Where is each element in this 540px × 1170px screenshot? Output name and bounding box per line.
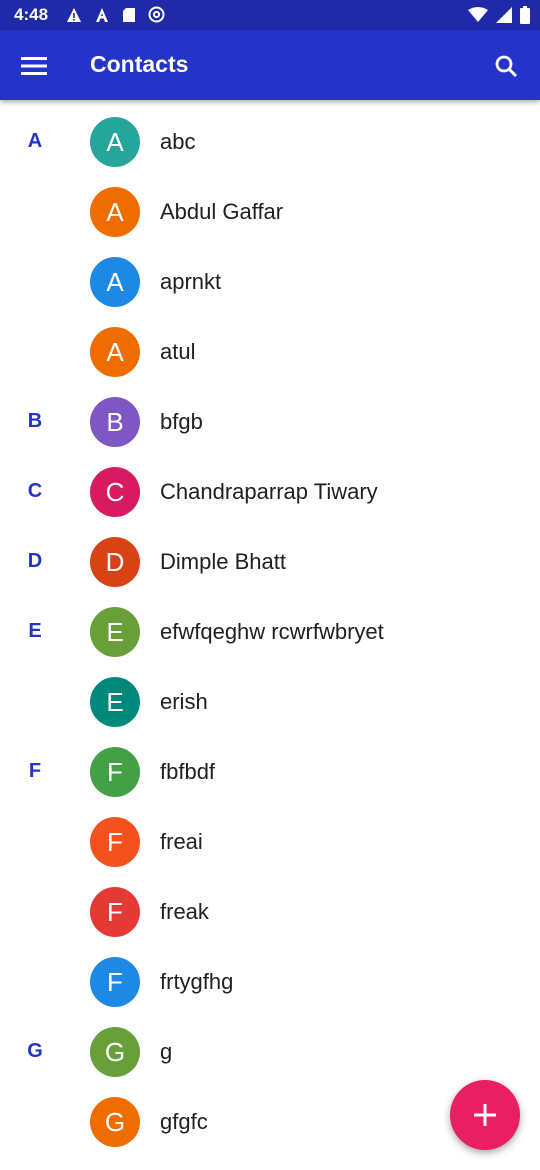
contact-avatar: F [90, 887, 140, 937]
contact-row[interactable]: E Eefwfqeghw rcwrfwbryet [0, 596, 540, 666]
add-contact-button[interactable] [450, 1080, 520, 1150]
contact-row[interactable]: Aaprnkt [0, 246, 540, 316]
contact-row[interactable]: F Ffbfbdf [0, 736, 540, 806]
contact-name: g [160, 1039, 173, 1064]
contact-avatar: D [90, 537, 140, 587]
contact-name: efwfqeghw rcwrfwbryet [160, 619, 384, 644]
battery-icon [520, 6, 530, 24]
contact-name: aprnkt [160, 269, 222, 294]
contact-row[interactable]: Ffrtygfhg [0, 946, 540, 1016]
warning-icon [67, 7, 81, 22]
contact-avatar: E [90, 677, 140, 727]
status-system-icons [468, 6, 530, 24]
contact-avatar: G [90, 1027, 140, 1077]
section-letter: C [27, 480, 43, 502]
status-time: 4:48 [14, 5, 49, 24]
status-bar: 4:48 [0, 0, 540, 30]
contact-row[interactable]: Eerish [0, 666, 540, 736]
search-button[interactable] [486, 46, 526, 86]
at-icon [148, 6, 165, 23]
contact-avatar: A [90, 187, 140, 237]
contact-avatar: B [90, 397, 140, 447]
contact-avatar: F [90, 817, 140, 867]
sd-card-icon [123, 7, 135, 22]
hamburger-menu-icon [21, 57, 47, 75]
contact-name: erish [160, 689, 208, 714]
contact-name: Dimple Bhatt [160, 549, 286, 574]
contact-name: frtygfhg [160, 969, 234, 994]
contact-name: Chandraparrap Tiwary [160, 479, 378, 504]
section-letter: A [27, 130, 43, 152]
contact-name: freak [160, 899, 209, 924]
contact-row[interactable]: B Bbfgb [0, 386, 540, 456]
contact-name: fbfbdf [160, 759, 216, 784]
section-letter: E [28, 620, 42, 642]
section-letter: B [27, 410, 43, 432]
contact-list: A Aabc A Abdul Gaffar Aaprnkt Aatul B Bbfgb C C Ch… [0, 106, 540, 1156]
status-notification-icons [66, 6, 165, 23]
section-letter: G [27, 1040, 43, 1062]
app-bar: Contacts [0, 30, 540, 100]
contact-avatar: F [90, 747, 140, 797]
contact-name: freai [160, 829, 203, 854]
contact-avatar: A [90, 327, 140, 377]
contact-name: abc [160, 129, 196, 154]
a-icon [96, 7, 108, 22]
wifi-icon [468, 7, 488, 22]
contact-avatar: A [90, 257, 140, 307]
contact-row[interactable]: D D Dimple Bhatt [0, 526, 540, 596]
plus-icon [474, 1104, 496, 1126]
contact-name: gfgfc [160, 1109, 208, 1134]
search-icon [495, 55, 518, 78]
contact-row[interactable]: C C Chandraparrap Tiwary [0, 456, 540, 526]
contact-avatar: E [90, 607, 140, 657]
section-letter: F [28, 760, 42, 782]
contact-row[interactable]: Aatul [0, 316, 540, 386]
contact-row[interactable]: A Abdul Gaffar [0, 176, 540, 246]
contact-row[interactable]: G Gg [0, 1016, 540, 1086]
menu-button[interactable] [14, 46, 54, 86]
contact-name: bfgb [160, 409, 203, 434]
contact-name: Abdul Gaffar [160, 199, 284, 224]
signal-icon [496, 7, 512, 23]
contact-avatar: C [90, 467, 140, 517]
contact-avatar: A [90, 117, 140, 167]
page-title: Contacts [90, 51, 189, 77]
contact-row[interactable]: Ffreak [0, 876, 540, 946]
contact-avatar: F [90, 957, 140, 1007]
section-letter: D [27, 550, 43, 572]
contact-avatar: G [90, 1097, 140, 1147]
contact-name: atul [160, 339, 196, 364]
contact-row[interactable]: Ffreai [0, 806, 540, 876]
contact-row[interactable]: A Aabc [0, 106, 540, 176]
